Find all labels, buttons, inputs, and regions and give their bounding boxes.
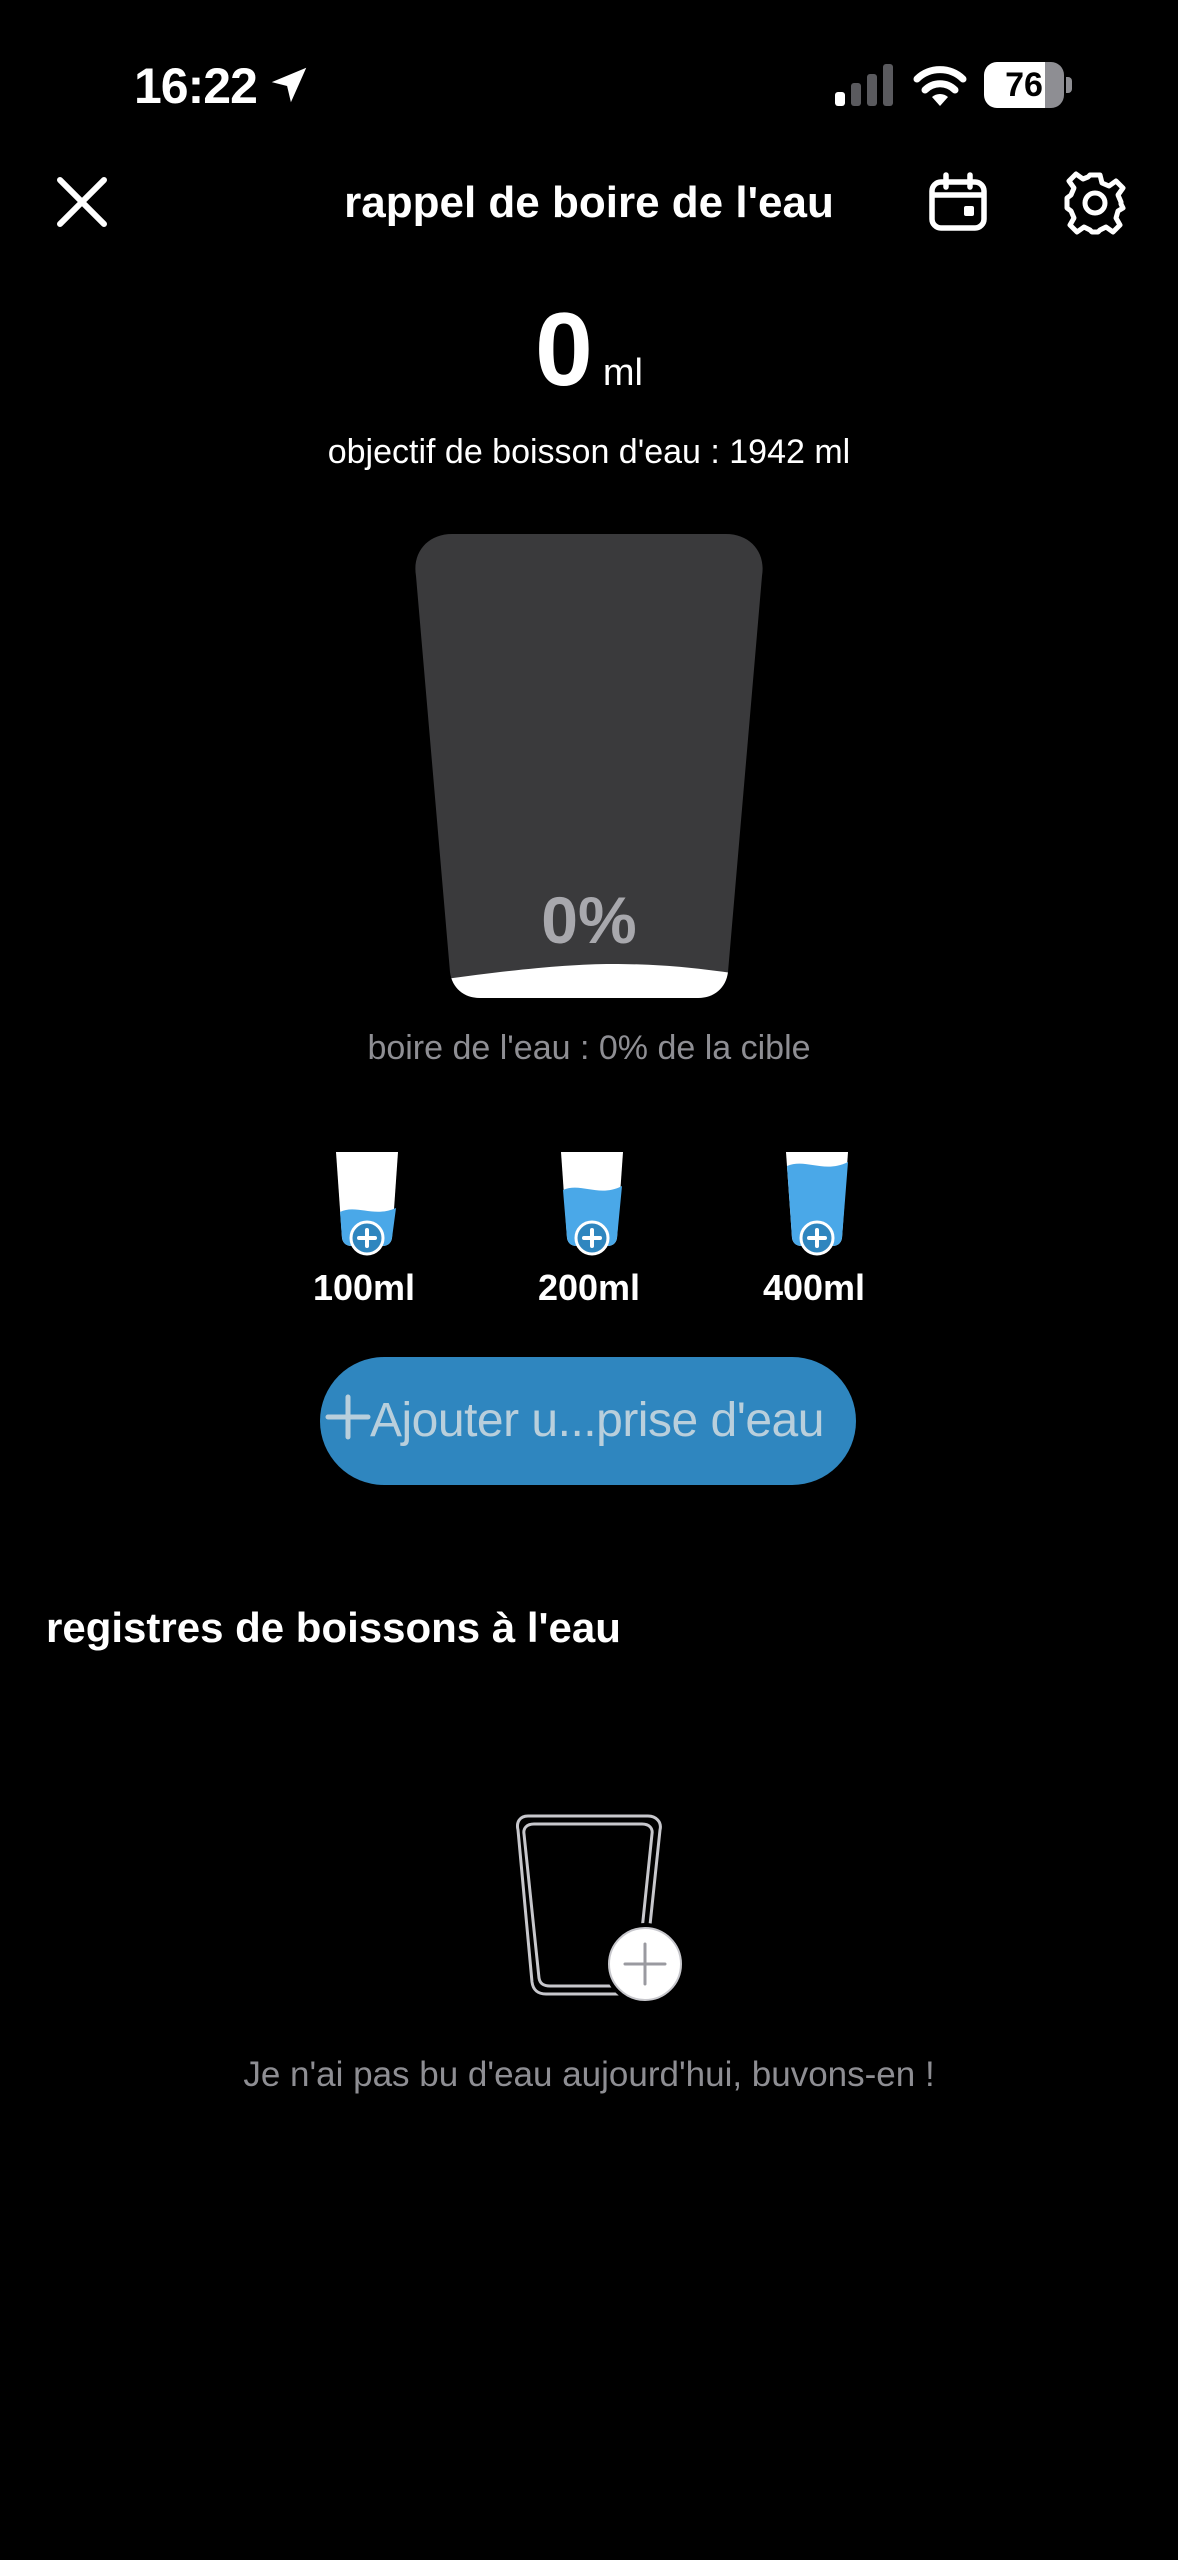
signal-icon [835, 64, 893, 106]
battery-icon: 76 [984, 62, 1072, 108]
quick-add-100ml[interactable]: 100ml [274, 1140, 454, 1310]
records-title: registres de boissons à l'eau [46, 1604, 621, 1651]
quick-add-200ml[interactable]: 200ml [499, 1140, 679, 1310]
add-intake-label: Ajouter u...prise d'eau [370, 1394, 824, 1447]
battery-percent: 76 [1005, 66, 1043, 104]
page-title: rappel de boire de l'eau [344, 178, 834, 227]
quick-add-label: 100ml [312, 1267, 416, 1308]
plus-icon [325, 1394, 371, 1440]
water-glass-plus-icon [786, 1152, 848, 1256]
quick-add-label: 200ml [537, 1267, 641, 1308]
glass-percent: 0% [541, 883, 637, 957]
empty-state-text: Je n'ai pas bu d'eau aujourd'hui, buvons… [243, 2055, 935, 2094]
intake-unit: ml [602, 352, 643, 394]
water-glass-plus-icon [336, 1152, 398, 1256]
battery-cap [1066, 77, 1072, 93]
close-icon[interactable] [52, 172, 112, 232]
intake-value: 0 [535, 292, 593, 408]
goal-text: objectif de boisson d'eau : 1942 ml [327, 433, 851, 471]
calendar-icon[interactable] [926, 170, 990, 234]
wifi-icon [913, 66, 967, 106]
quick-add-400ml[interactable]: 400ml [724, 1140, 904, 1310]
battery-body: 76 [984, 62, 1064, 108]
add-intake-button[interactable]: Ajouter u...prise d'eau [320, 1357, 856, 1485]
status-time: 16:22 [134, 58, 258, 114]
progress-text: boire de l'eau : 0% de la cible [367, 1029, 811, 1067]
water-glass-plus-icon [561, 1152, 623, 1256]
screen: 16:22 76 rappel de boire de l'eau 0 ml o… [0, 0, 1178, 2560]
quick-add-label: 400ml [762, 1267, 866, 1308]
intake-summary: 0 ml [0, 290, 1178, 441]
gear-icon[interactable] [1062, 170, 1128, 236]
location-arrow-icon [271, 67, 307, 103]
empty-glass-add-icon[interactable] [516, 1814, 688, 2004]
